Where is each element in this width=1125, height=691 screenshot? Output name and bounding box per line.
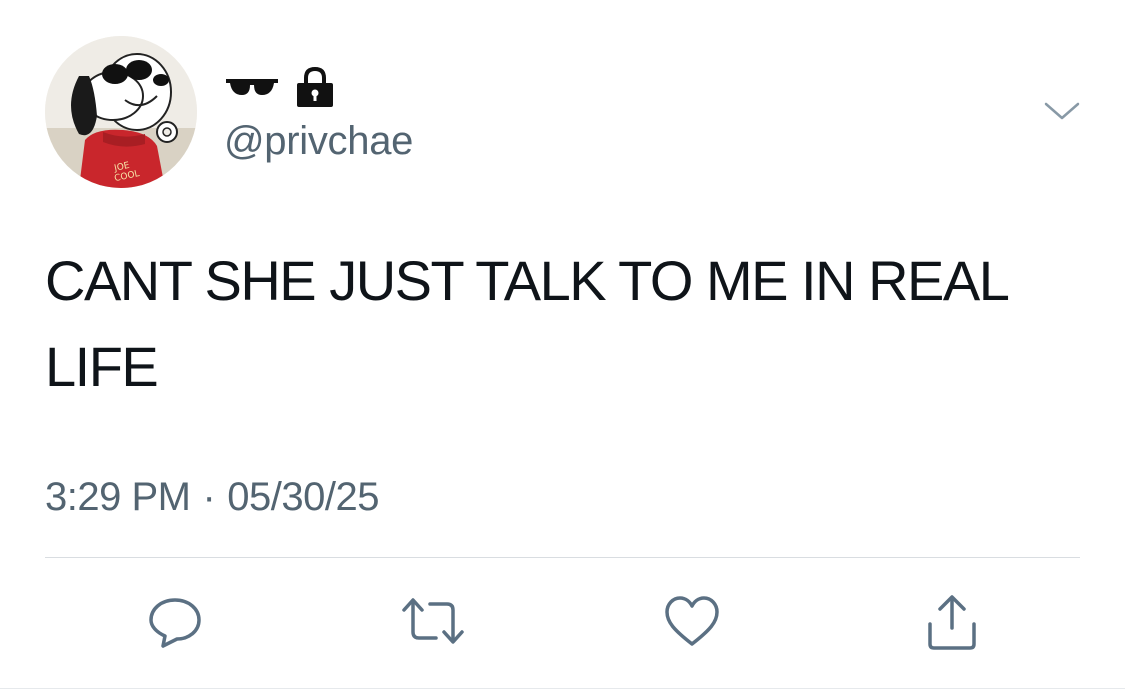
retweet-button[interactable] xyxy=(398,592,464,652)
heart-icon xyxy=(665,596,719,646)
share-button[interactable] xyxy=(922,592,982,652)
share-icon xyxy=(928,595,976,650)
tweet-action-bar xyxy=(0,592,1125,652)
tweet-text: CANT SHE JUST TALK TO ME IN REAL LIFE xyxy=(45,249,1008,398)
display-name[interactable] xyxy=(224,66,336,108)
more-options-chevron-icon[interactable] xyxy=(1042,96,1082,126)
divider xyxy=(45,557,1080,558)
avatar-image: JOE COOL xyxy=(45,36,197,188)
lock-icon xyxy=(297,66,333,107)
tweet-timestamp: 3:29 PM · 05/30/25 xyxy=(45,472,379,522)
tweet-time: 3:29 PM xyxy=(45,475,191,519)
meta-separator: · xyxy=(202,475,216,519)
tweet-date: 05/30/25 xyxy=(227,475,379,519)
user-handle[interactable]: @privchae xyxy=(224,116,413,166)
like-button[interactable] xyxy=(662,592,722,652)
reply-icon xyxy=(149,598,201,648)
sunglasses-icon xyxy=(226,79,278,95)
bottom-divider xyxy=(0,688,1125,689)
retweet-icon xyxy=(402,598,464,644)
reply-button[interactable] xyxy=(145,592,205,652)
avatar[interactable]: JOE COOL xyxy=(45,36,197,188)
